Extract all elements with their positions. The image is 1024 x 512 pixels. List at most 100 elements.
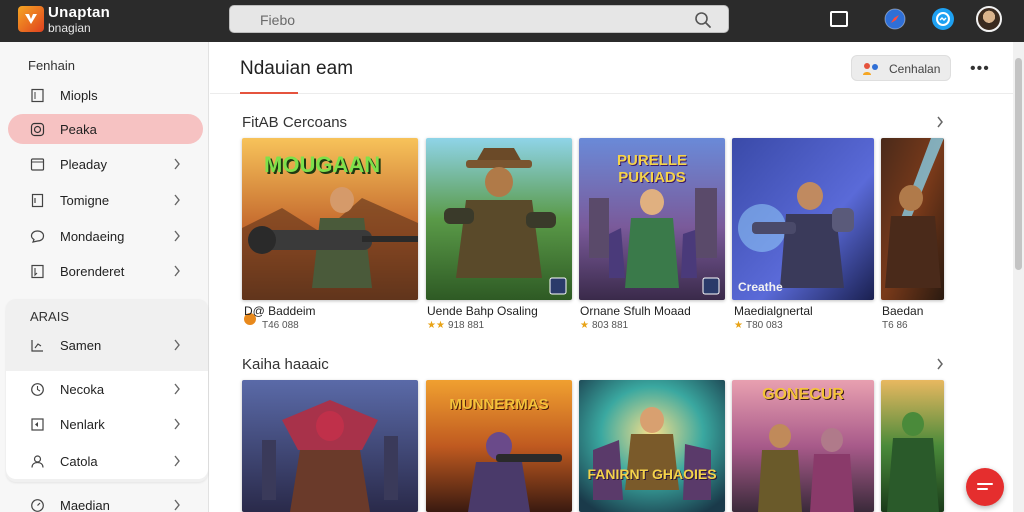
chevron-right-icon (174, 455, 180, 467)
app-subtitle: bnagian (48, 21, 91, 35)
person-icon (31, 455, 44, 468)
game-art-title: FANIRNT GHAOIES (587, 466, 717, 482)
contact-button[interactable]: Cenhalan (851, 55, 951, 81)
title-underline (240, 92, 298, 94)
game-card[interactable] (881, 380, 944, 512)
game-artwork (579, 380, 725, 512)
sidebar-item-tomigne[interactable]: Tomigne (8, 185, 203, 215)
compass-icon[interactable] (882, 6, 908, 32)
sidebar-item-miopls[interactable]: Miopls (8, 80, 203, 110)
window-icon[interactable] (826, 6, 852, 32)
game-art-title: GONECUR (762, 386, 844, 403)
clock-icon (31, 383, 44, 396)
chevron-right-icon (174, 499, 180, 511)
game-card[interactable]: FANIRNT GHAOIES (579, 380, 725, 512)
page-icon (31, 193, 44, 208)
section-title: FitAB Cercoans (242, 114, 348, 131)
game-card[interactable]: MOUGAAN (242, 138, 418, 300)
chevron-right-icon (174, 265, 180, 277)
book-icon (31, 88, 44, 103)
fab-line (977, 488, 988, 490)
search-bar (229, 5, 729, 33)
floating-action-button[interactable] (966, 468, 1004, 506)
sidebar-item-pleaday[interactable]: Pleaday (8, 149, 203, 179)
sidebar-item-label: Catola (60, 454, 98, 469)
game-name[interactable]: Maedialgnertal (734, 304, 813, 318)
game-meta-value: T80 083 (745, 320, 783, 331)
game-meta: T46 088 (262, 320, 299, 331)
top-bar: Unaptan bnagian (0, 0, 1024, 42)
game-art-title: MOUGAAN (264, 152, 381, 177)
chevron-right-icon[interactable] (935, 115, 945, 129)
sidebar-item-necoka[interactable]: Necoka (8, 374, 203, 404)
game-artwork (881, 380, 944, 512)
sidebar-item-catola[interactable]: Catola (8, 446, 203, 476)
sidebar-item-label: Mondaeing (60, 229, 125, 244)
game-card[interactable] (242, 380, 418, 512)
game-card[interactable] (426, 138, 572, 300)
chat-icon (30, 230, 45, 243)
chevron-right-icon (174, 158, 180, 170)
search-input[interactable] (260, 10, 680, 30)
game-name[interactable]: Baedan (882, 304, 923, 318)
sidebar-item-label: Nenlark (60, 417, 105, 432)
chevron-right-icon (174, 339, 180, 351)
game-meta-value: 918 881 (447, 320, 485, 331)
sidebar-item-label: Maedian (60, 498, 110, 512)
section-title: Kaiha haaaic (242, 356, 329, 373)
avatar[interactable] (976, 6, 1002, 32)
logo-icon (25, 14, 37, 24)
contact-icon (863, 63, 878, 75)
sidebar-item-nenlark[interactable]: Nenlark (8, 409, 203, 439)
game-card[interactable]: GONECUR (732, 380, 874, 512)
game-meta: ★ T80 083 (734, 320, 783, 331)
fab-line (977, 483, 993, 485)
bookmark-icon (31, 264, 44, 279)
gauge-icon (31, 499, 44, 512)
game-meta-value: 803 881 (591, 320, 629, 331)
messenger-icon[interactable] (930, 6, 956, 32)
brand: Unaptan bnagian (48, 4, 111, 36)
sidebar-item-mondaeing[interactable]: Mondaeing (8, 221, 203, 251)
sidebar-item-label: Samen (60, 338, 102, 353)
game-card[interactable]: Creathe (732, 138, 874, 300)
sidebar: Fenhain Miopls Peaka Pleaday Tomigne Mon… (0, 42, 209, 512)
star-rating-icon: ★ (734, 320, 743, 331)
game-card[interactable]: MUNNERMAS (426, 380, 572, 512)
game-meta: ★★ 918 881 (427, 320, 484, 331)
sidebar-item-peaka[interactable]: Peaka (8, 114, 203, 144)
sidebar-item-maedian[interactable]: Maedian (8, 490, 203, 512)
game-name[interactable]: Ornane Sfulh Moaad (580, 304, 691, 318)
sidebar-item-label: Peaka (60, 122, 97, 137)
game-artwork (732, 138, 874, 300)
game-card[interactable] (881, 138, 944, 300)
chevron-right-icon[interactable] (935, 357, 945, 371)
sidebar-item-borenderet[interactable]: Borenderet (8, 256, 203, 286)
game-art-caption: Creathe (738, 280, 783, 294)
game-name[interactable]: D@ Baddeim (244, 304, 316, 318)
page-title: Ndauian eam (240, 58, 354, 79)
game-art-title: PURELLE PUKIADS (616, 152, 687, 186)
app-logo[interactable] (18, 6, 44, 32)
game-art-title: MUNNERMAS (449, 396, 549, 413)
sidebar-item-samen[interactable]: Samen (8, 330, 203, 360)
sidebar-item-label: Tomigne (60, 193, 110, 208)
app-title: Unaptan (48, 4, 111, 21)
ring-icon (30, 122, 45, 137)
sidebar-item-label: Necoka (60, 382, 105, 397)
search-icon[interactable] (694, 11, 712, 29)
game-meta: T6 86 (882, 320, 908, 331)
game-meta: ★ 803 881 (580, 320, 628, 331)
game-name[interactable]: Uende Bahp Osaling (427, 304, 538, 318)
chevron-right-icon (174, 383, 180, 395)
game-artwork (881, 138, 944, 300)
star-rating-icon: ★★ (427, 320, 445, 331)
star-rating-icon: ★ (580, 320, 589, 331)
sidebar-item-label: Miopls (60, 88, 98, 103)
sidebar-item-label: Borenderet (60, 264, 125, 279)
more-options-button[interactable]: ••• (970, 60, 990, 78)
scrollbar-thumb[interactable] (1015, 58, 1022, 270)
chevron-right-icon (174, 230, 180, 242)
header-divider (210, 93, 1014, 94)
game-card[interactable]: PURELLE PUKIADS (579, 138, 725, 300)
